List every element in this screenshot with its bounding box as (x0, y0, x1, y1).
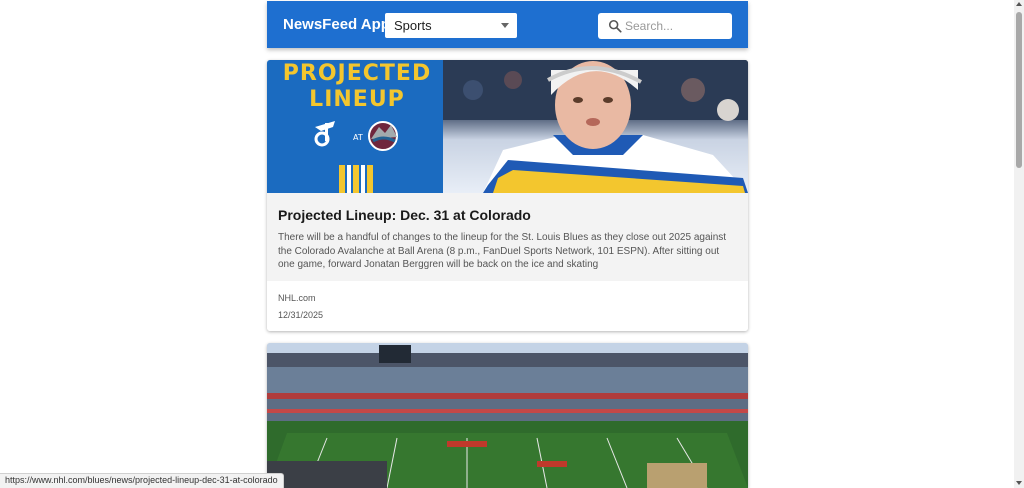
at-text: AT (353, 133, 363, 142)
search-box[interactable] (598, 13, 732, 39)
article-image[interactable] (267, 343, 748, 488)
blues-logo (314, 121, 335, 147)
article-date: 12/31/2025 (278, 310, 324, 320)
app-header: NewsFeed App Sports (267, 1, 748, 48)
article-card[interactable]: PROJECTED LINEUP AT Projected Lineup: De… (267, 60, 748, 331)
projected-lineup-graphic: PROJECTED LINEUP AT (267, 60, 443, 193)
scroll-up-arrow-icon[interactable] (1016, 2, 1022, 6)
app-title: NewsFeed App (283, 16, 390, 33)
chevron-down-icon (501, 23, 509, 28)
scroll-down-arrow-icon[interactable] (1016, 481, 1022, 485)
stadium-photo (267, 343, 748, 488)
article-footer: NHL.com 12/31/2025 (267, 281, 748, 331)
player-photo (443, 60, 748, 193)
article-card[interactable] (267, 343, 748, 488)
graphic-text-projected: PROJECTED (282, 61, 432, 86)
scroll-thumb[interactable] (1016, 12, 1022, 168)
article-title[interactable]: Projected Lineup: Dec. 31 at Colorado (278, 207, 531, 223)
newsfeed-app: NewsFeed App Sports PROJECTED LINEUP (267, 0, 748, 488)
article-source: NHL.com (278, 293, 316, 303)
page-scrollbar[interactable] (1014, 0, 1024, 488)
search-icon (608, 19, 622, 33)
category-select[interactable]: Sports (385, 13, 517, 38)
graphic-text-lineup: LINEUP (309, 87, 405, 112)
search-input[interactable] (625, 19, 725, 33)
status-bar-url: https://www.nhl.com/blues/news/projected… (0, 473, 284, 488)
team-logos: AT (314, 121, 398, 193)
article-image[interactable]: PROJECTED LINEUP AT (267, 60, 748, 193)
avalanche-logo (368, 121, 398, 151)
category-select-value: Sports (394, 18, 432, 33)
article-description: There will be a handful of changes to th… (278, 232, 727, 270)
player-illustration (443, 60, 748, 193)
